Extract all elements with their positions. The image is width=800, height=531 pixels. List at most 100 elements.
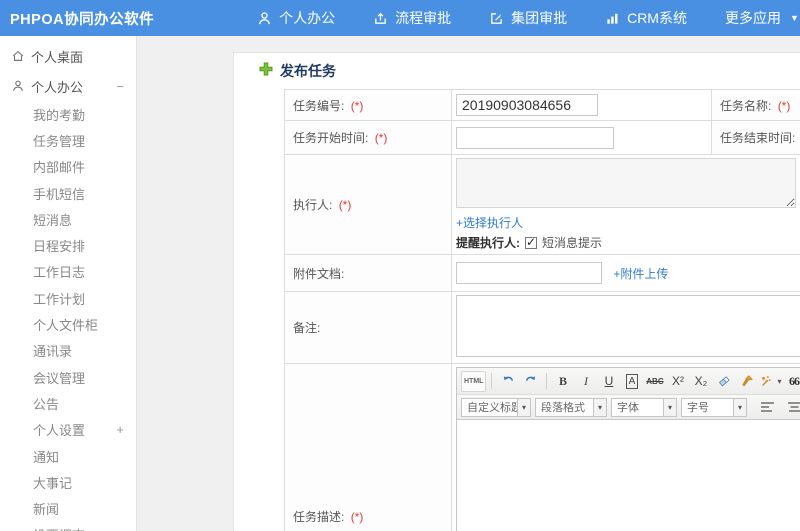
- underline-button[interactable]: U: [598, 371, 619, 392]
- html-source-button[interactable]: HTML: [461, 370, 487, 392]
- expand-icon[interactable]: +: [116, 422, 124, 437]
- font-family-select[interactable]: 字体 ▾: [611, 397, 677, 417]
- sidebar-item-task-management[interactable]: 任务管理: [0, 127, 136, 153]
- remove-format-button[interactable]: [713, 371, 734, 392]
- chevron-down-icon: ▾: [733, 398, 746, 416]
- bold-button[interactable]: B: [552, 371, 573, 392]
- attachment-upload-link[interactable]: +附件上传: [613, 267, 668, 281]
- editor-toolbar-row2: 自定义标题 ▾ 段落格式 ▾ 字体 ▾ 字号 ▾: [457, 395, 800, 420]
- home-icon: [11, 49, 25, 63]
- sidebar-item-notice[interactable]: 通知: [0, 443, 136, 469]
- editor-content-area[interactable]: [457, 420, 800, 531]
- sidebar-item-contacts[interactable]: 通讯录: [0, 338, 136, 364]
- sidebar-item-attendance[interactable]: 我的考勤: [0, 101, 136, 127]
- sidebar-item-vote[interactable]: 投票调查: [0, 522, 136, 531]
- redo-button[interactable]: [520, 371, 541, 392]
- nav-item-personal-office[interactable]: 个人办公: [238, 0, 354, 36]
- navbar-menu: 个人办公 流程审批 集团审批 CRM系统 更多应用 ▼: [238, 0, 800, 36]
- remark-textarea[interactable]: [456, 295, 800, 357]
- remark-label-cell: 备注:: [284, 291, 452, 364]
- edit-icon: [489, 11, 504, 26]
- blockquote-button[interactable]: 66: [783, 371, 800, 392]
- attachment-input[interactable]: [456, 262, 602, 284]
- collapse-icon[interactable]: −: [116, 79, 124, 94]
- app-window: PHPOA协同办公软件 个人办公 流程审批 集团审批 CRM系统 更多应用 ▼ …: [0, 0, 800, 531]
- font-size-select[interactable]: 字号 ▾: [681, 397, 747, 417]
- font-style-button[interactable]: A: [621, 371, 642, 392]
- sidebar-item-label: 个人桌面: [31, 49, 84, 65]
- sidebar-item-internal-mail[interactable]: 内部邮件: [0, 154, 136, 180]
- task-name-label-cell: 任务名称: (*): [711, 89, 800, 121]
- sidebar-item-label: 个人办公: [31, 79, 84, 95]
- sidebar-item-work-plan[interactable]: 工作计划: [0, 285, 136, 311]
- strikethrough-button[interactable]: ABC: [644, 371, 665, 392]
- sidebar-item-schedule[interactable]: 日程安排: [0, 232, 136, 258]
- sidebar-item-short-message[interactable]: 短消息: [0, 206, 136, 232]
- custom-title-select[interactable]: 自定义标题 ▾: [461, 397, 531, 417]
- description-label-cell: 任务描述: (*): [284, 363, 452, 531]
- task-form-table: 任务编号: (*) 任务名称: (*) 任务开始时间: (*): [284, 89, 800, 531]
- required-mark: (*): [374, 131, 388, 145]
- sidebar-item-sms[interactable]: 手机短信: [0, 180, 136, 206]
- publish-task-panel: 发布任务 任务编号: (*) 任务名称: (*): [233, 52, 800, 531]
- sidebar-item-file-cabinet[interactable]: 个人文件柜: [0, 311, 136, 337]
- sidebar-item-work-log[interactable]: 工作日志: [0, 259, 136, 285]
- nav-item-group-approval[interactable]: 集团审批: [470, 0, 586, 36]
- chart-icon: [605, 11, 620, 26]
- table-row: 附件文档: +附件上传: [284, 254, 800, 292]
- sidebar-item-meeting[interactable]: 会议管理: [0, 364, 136, 390]
- add-icon: [259, 62, 273, 81]
- align-center-icon[interactable]: [784, 397, 800, 418]
- task-no-label-cell: 任务编号: (*): [284, 89, 452, 121]
- main-content: 发布任务 任务编号: (*) 任务名称: (*): [138, 36, 800, 531]
- executor-label-cell: 执行人: (*): [284, 154, 452, 255]
- align-left-icon[interactable]: [757, 397, 778, 418]
- table-row: 备注:: [284, 291, 800, 364]
- attachment-label-cell: 附件文档:: [284, 254, 452, 292]
- subscript-button[interactable]: X₂: [690, 371, 711, 392]
- sidebar-item-personal-settings[interactable]: 个人设置 +: [0, 417, 136, 443]
- start-time-input[interactable]: [456, 126, 614, 149]
- undo-button[interactable]: [497, 371, 518, 392]
- italic-button[interactable]: I: [575, 371, 596, 392]
- start-time-label-cell: 任务开始时间: (*): [284, 120, 452, 155]
- table-row: 任务开始时间: (*) 任务结束时间: (*): [284, 120, 800, 155]
- sidebar-item-memorabilia[interactable]: 大事记: [0, 469, 136, 495]
- nav-label: 个人办公: [279, 10, 336, 26]
- chevron-down-icon: ▼: [789, 13, 799, 23]
- select-executor-link[interactable]: +选择执行人: [456, 216, 523, 230]
- superscript-button[interactable]: X²: [667, 371, 688, 392]
- nav-item-process-approval[interactable]: 流程审批: [354, 0, 470, 36]
- rich-text-editor: HTML B I U A ABC X² X₂ ▾ 66 自定义标题 ▾ 段落格式…: [456, 367, 800, 531]
- app-logo: PHPOA协同办公软件: [10, 11, 155, 28]
- sidebar-item-personal-office[interactable]: 个人办公 −: [0, 71, 136, 101]
- task-no-input[interactable]: [456, 94, 598, 116]
- chevron-down-icon: ▾: [663, 398, 676, 416]
- required-mark: (*): [777, 98, 791, 113]
- required-mark: (*): [350, 98, 364, 113]
- end-time-label-cell: 任务结束时间: (*): [711, 120, 800, 155]
- paragraph-format-select[interactable]: 段落格式 ▾: [535, 397, 607, 417]
- nav-label: CRM系统: [627, 10, 687, 26]
- quick-format-button[interactable]: ▾: [759, 371, 781, 392]
- remind-label: 提醒执行人:: [456, 236, 520, 250]
- sidebar-item-news[interactable]: 新闻: [0, 495, 136, 521]
- nav-item-crm[interactable]: CRM系统: [586, 0, 706, 36]
- table-row: 执行人: (*) +选择执行人 提醒执行人: 短消息提示: [284, 154, 800, 255]
- sms-remind-checkbox[interactable]: [525, 235, 537, 249]
- executor-textarea[interactable]: [456, 158, 796, 208]
- page-title: 发布任务: [280, 63, 336, 79]
- sidebar-item-desktop[interactable]: 个人桌面: [0, 41, 136, 71]
- nav-label: 流程审批: [395, 10, 452, 26]
- chevron-down-icon: ▾: [593, 398, 606, 416]
- nav-label: 更多应用: [724, 10, 781, 26]
- table-row: 任务描述: (*) HTML B I U A ABC X² X₂ ▾ 66 自定…: [284, 363, 800, 531]
- panel-header: 发布任务: [259, 61, 800, 81]
- nav-item-more-apps[interactable]: 更多应用 ▼: [706, 0, 800, 36]
- sidebar-item-announcement[interactable]: 公告: [0, 390, 136, 416]
- sidebar: 个人桌面 个人办公 − 我的考勤 任务管理 内部邮件 手机短信 短消息 日程安排…: [0, 36, 137, 531]
- required-mark: (*): [350, 509, 364, 524]
- editor-toolbar-row1: HTML B I U A ABC X² X₂ ▾ 66: [457, 368, 800, 395]
- format-brush-button[interactable]: [736, 371, 757, 392]
- table-row: 任务编号: (*) 任务名称: (*): [284, 89, 800, 121]
